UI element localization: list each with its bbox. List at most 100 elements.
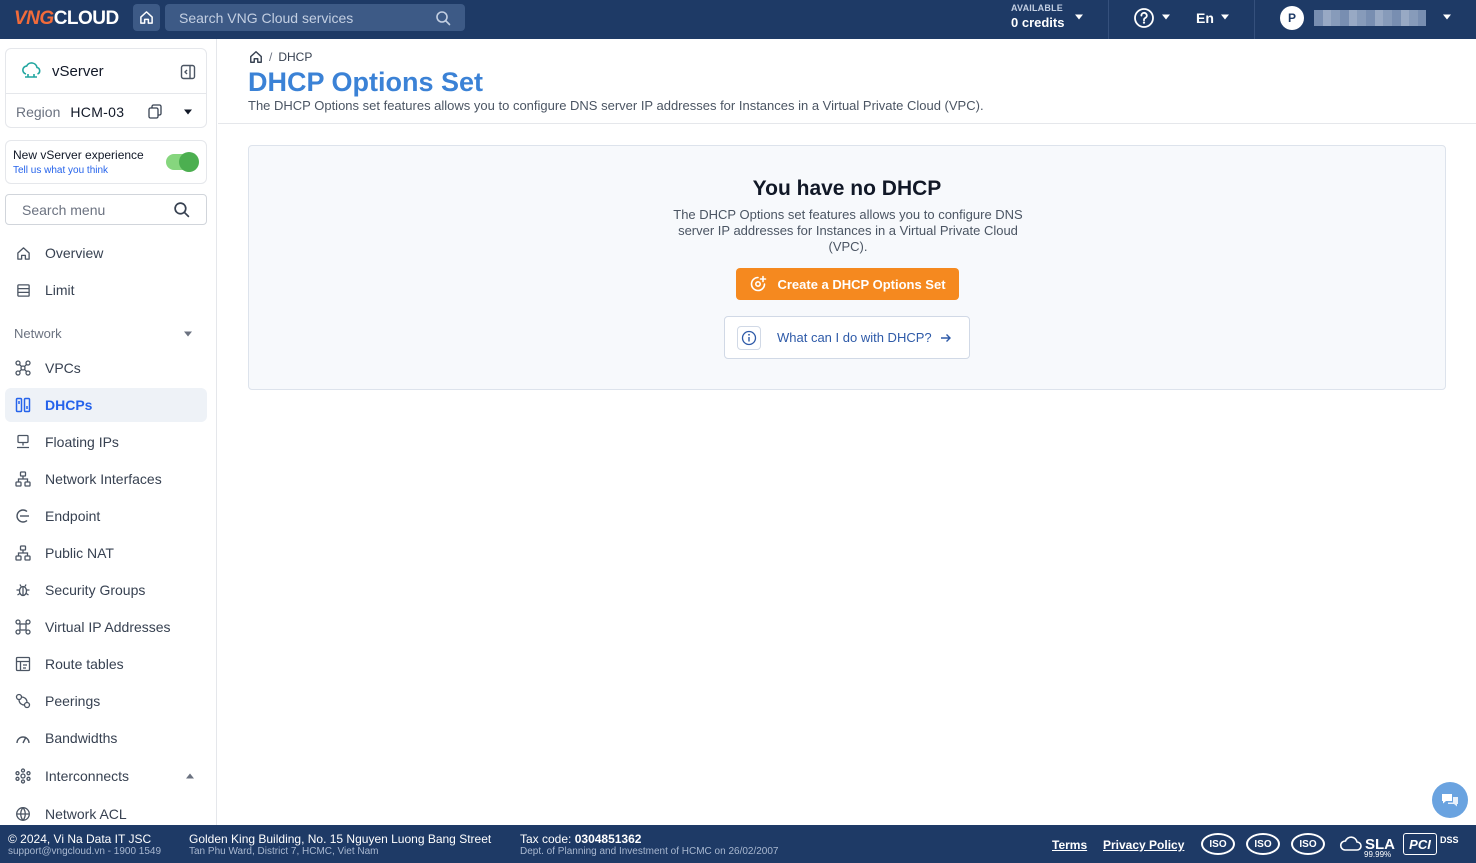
chevron-down-icon[interactable] (1074, 13, 1084, 21)
sidebar-item-route-tables[interactable]: Route tables (5, 647, 207, 681)
top-navigation-bar: VNGCLOUD Search VNG Cloud services AVAIL… (0, 0, 1476, 39)
sidebar-item-virtual-ip-addresses[interactable]: Virtual IP Addresses (5, 610, 207, 644)
empty-state-description: The DHCP Options set features allows you… (673, 207, 1023, 254)
copy-icon[interactable] (148, 104, 162, 119)
tax-sub-text: Dept. of Planning and Investment of HCMC… (520, 846, 779, 857)
sidebar-item-floating-ips[interactable]: Floating IPs (5, 425, 207, 459)
service-card: vServer Region HCM-03 (5, 48, 207, 128)
search-icon (436, 10, 451, 25)
privacy-policy-link[interactable]: Privacy Policy (1103, 838, 1184, 852)
divider (1254, 0, 1255, 39)
pci-dss-badge: PCI (1403, 833, 1437, 855)
sidebar-item-label: VPCs (45, 360, 81, 376)
username-redacted[interactable] (1314, 10, 1426, 26)
network-interface-icon (15, 471, 31, 487)
menu-search-placeholder: Search menu (22, 201, 106, 218)
home-icon[interactable] (249, 50, 263, 64)
search-icon (174, 202, 190, 218)
create-gear-icon (751, 275, 767, 292)
network-acl-icon (15, 806, 31, 822)
peering-icon (15, 693, 31, 709)
footer-tax: Tax code: 0304851362 Dept. of Planning a… (520, 833, 779, 857)
help-link-label: What can I do with DHCP? (777, 330, 932, 345)
sidebar-item-label: Public NAT (45, 545, 114, 561)
page-description: The DHCP Options set features allows you… (248, 98, 984, 113)
address-text: Golden King Building, No. 15 Nguyen Luon… (189, 832, 492, 846)
sidebar-item-label: Interconnects (45, 768, 130, 784)
experience-toggle[interactable] (166, 152, 199, 172)
language-selector[interactable]: En (1196, 10, 1214, 26)
chevron-down-icon[interactable] (1442, 13, 1452, 21)
sidebar-item-vpcs[interactable]: VPCs (5, 351, 207, 385)
divider (218, 123, 1476, 124)
sidebar-item-label: Peerings (45, 693, 101, 709)
vng-cloud-logo[interactable]: VNGCLOUD (14, 8, 119, 30)
endpoint-icon (15, 508, 31, 524)
global-search-input[interactable]: Search VNG Cloud services (165, 4, 465, 31)
sidebar-item-label: Overview (45, 245, 104, 261)
sidebar-item-network-interfaces[interactable]: Network Interfaces (5, 462, 207, 496)
floating-ip-icon (15, 434, 31, 450)
page-title: DHCP Options Set (248, 67, 484, 97)
virtual-ip-icon (15, 619, 31, 635)
sidebar-item-label: Security Groups (45, 582, 146, 598)
service-name: vServer (52, 62, 104, 80)
sidebar-item-security-groups[interactable]: Security Groups (5, 573, 207, 607)
arrow-right-icon (940, 333, 951, 342)
region-value: HCM-03 (70, 103, 125, 120)
menu-search-input[interactable]: Search menu (5, 194, 207, 225)
sidebar-item-label: Bandwidths (45, 730, 118, 746)
what-can-i-do-link[interactable]: What can I do with DHCP? (724, 316, 970, 359)
footer-company: © 2024, Vi Na Data IT JSC support@vngclo… (8, 833, 161, 857)
home-button[interactable] (133, 4, 160, 31)
sidebar-item-bandwidths[interactable]: Bandwidths (5, 721, 207, 755)
sidebar-item-peerings[interactable]: Peerings (5, 684, 207, 718)
copyright-text: © 2024, Vi Na Data IT JSC (8, 832, 152, 846)
sidebar-item-network-acl[interactable]: Network ACL (5, 797, 207, 825)
collapse-sidebar-icon[interactable] (180, 64, 196, 80)
sidebar-item-interconnects[interactable]: Interconnects (5, 759, 207, 793)
sidebar-item-label: Network ACL (45, 806, 127, 822)
empty-state-title: You have no DHCP (752, 177, 942, 200)
footer-address: Golden King Building, No. 15 Nguyen Luon… (189, 833, 491, 857)
chat-icon (1442, 794, 1458, 807)
empty-state-panel: You have no DHCP The DHCP Options set fe… (248, 145, 1446, 390)
sidebar-item-public-nat[interactable]: Public NAT (5, 536, 207, 570)
credits-display[interactable]: AVAILABLE 0 credits (1011, 4, 1064, 30)
main-content: / DHCP DHCP Options Set The DHCP Options… (218, 39, 1476, 825)
sidebar-item-dhcps[interactable]: DHCPs (5, 388, 207, 422)
sidebar-item-limit[interactable]: Limit (5, 273, 207, 307)
avatar[interactable]: P (1280, 6, 1304, 30)
chevron-up-icon[interactable] (185, 772, 195, 780)
interconnect-icon (15, 768, 31, 784)
breadcrumb: / DHCP (249, 50, 312, 64)
contact-text: support@vngcloud.vn - 1900 1549 (8, 846, 162, 857)
iso-27001-badge: ISO (1201, 833, 1235, 855)
chevron-down-icon[interactable] (183, 108, 193, 116)
sidebar: vServer Region HCM-03 New vServer experi… (0, 39, 217, 825)
divider (1108, 0, 1109, 39)
toggle-knob (179, 152, 199, 172)
chevron-down-icon[interactable] (1220, 13, 1230, 21)
sidebar-item-overview[interactable]: Overview (5, 236, 207, 270)
sidebar-item-endpoint[interactable]: Endpoint (5, 499, 207, 533)
chevron-down-icon[interactable] (183, 330, 193, 338)
create-button-label: Create a DHCP Options Set (777, 276, 946, 292)
dss-label: DSS (1440, 835, 1459, 845)
help-icon[interactable] (1133, 7, 1155, 29)
route-table-icon (15, 656, 31, 672)
sidebar-item-label: Virtual IP Addresses (45, 619, 171, 635)
create-dhcp-options-set-button[interactable]: Create a DHCP Options Set (736, 268, 959, 300)
terms-link[interactable]: Terms (1052, 838, 1087, 852)
breadcrumb-current: DHCP (278, 50, 313, 64)
region-selector[interactable]: Region HCM-03 (6, 95, 206, 128)
sidebar-item-label: Route tables (45, 656, 124, 672)
sidebar-item-label: Endpoint (45, 508, 101, 524)
region-label: Region (16, 103, 61, 120)
network-section-label[interactable]: Network (14, 326, 62, 341)
vserver-cloud-icon (22, 62, 41, 78)
chat-support-button[interactable] (1432, 782, 1468, 818)
chevron-down-icon[interactable] (1161, 13, 1171, 21)
footer: © 2024, Vi Na Data IT JSC support@vngclo… (0, 825, 1476, 863)
cloud-icon (1339, 836, 1362, 851)
